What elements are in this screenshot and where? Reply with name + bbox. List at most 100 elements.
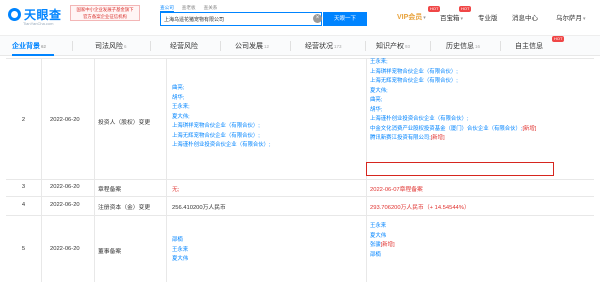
tab-count: 16 — [475, 44, 481, 49]
tab-label: 自主信息 — [515, 43, 543, 50]
row-index: 5 — [21, 246, 26, 252]
vip-membership-link[interactable]: VIP会员▾ — [397, 12, 426, 22]
change-item: 董事备案 — [98, 249, 122, 255]
tab-intellectual-property[interactable]: 知识产权93 — [376, 38, 410, 55]
hot-badge: HOT — [459, 6, 472, 12]
tab-label: 企业背景 — [12, 43, 40, 50]
change-date: 2022-06-20 — [50, 117, 80, 123]
investor-name: 中金文化消费产业股权投资基金（厦门）合伙企业（有限合伙）; — [370, 125, 523, 132]
tab-operating-status[interactable]: 经营状况173 — [305, 38, 342, 55]
change-date: 2022-06-20 — [50, 202, 80, 208]
director-name: 张骏 — [370, 242, 381, 248]
user-menu[interactable]: 乌尔萨月▾ — [556, 12, 586, 22]
baibao-label: 百宝箱 — [440, 15, 460, 22]
tab-enterprise-background[interactable]: 企业背景62 — [12, 38, 46, 55]
tab-divider — [150, 41, 151, 51]
hot-badge: HOT — [552, 36, 565, 42]
before-director-list: 邵楠 王永来 夏大伟 — [172, 236, 188, 265]
tab-judicial-risk[interactable]: 司法风险6 — [95, 38, 127, 55]
tab-operating-risk[interactable]: 经营风险 — [170, 38, 198, 55]
tab-divider — [365, 41, 366, 51]
logo-domain: TianYanCha.com — [23, 21, 54, 26]
search-type-tabs: 查公司 查老板 查关系 — [160, 5, 217, 12]
vip-label: VIP会员 — [397, 14, 423, 21]
after-investor-new[interactable]: 中金文化消费产业股权投资基金（厦门）合伙企业（有限合伙）;[新增] — [370, 125, 536, 135]
before-investor[interactable]: 胡华; — [172, 94, 271, 104]
tab-count: 93 — [405, 44, 411, 49]
tab-label: 经营风险 — [170, 43, 198, 50]
tab-label: 公司发展 — [235, 43, 263, 50]
tab-divider — [72, 41, 73, 51]
tab-count: 6 — [124, 44, 127, 49]
tab-company-development[interactable]: 公司发展12 — [235, 38, 269, 55]
official-banner: 国家中小企业发展子基金旗下 官方备案企业征信机构 — [70, 5, 140, 21]
tab-label: 经营状况 — [305, 43, 333, 50]
clear-search-icon[interactable]: × — [313, 14, 322, 23]
search-tab-boss[interactable]: 查老板 — [182, 5, 196, 12]
before-value: 无; — [172, 187, 180, 193]
new-tag: [新增] — [522, 125, 537, 132]
chevron-down-icon: ▾ — [583, 16, 586, 22]
before-change-list: 曲亮; 胡华; 王永来; 夏大伟; 上海琪祥宠物合伙企业（有限合伙）; 上海无辉… — [172, 84, 271, 151]
change-item: 投资人（股权）变更 — [98, 120, 151, 126]
user-name: 乌尔萨月 — [556, 15, 582, 22]
after-investor[interactable]: 上海无辉宠物合伙企业（有限合伙）; — [370, 77, 536, 87]
after-value: 2022-06-07章程备案 — [370, 187, 423, 193]
new-tag: [新增] — [430, 135, 445, 141]
tab-label: 历史信息 — [446, 43, 474, 50]
search-button[interactable]: 天眼一下 — [323, 12, 367, 26]
column-divider — [166, 58, 167, 282]
after-director-new[interactable]: 张骏[新增] — [370, 241, 395, 251]
after-director-list: 王永来 夏大伟 张骏[新增] 邵楠 — [370, 222, 395, 260]
after-director[interactable]: 邵楠 — [370, 251, 395, 261]
before-investor[interactable]: 上海谨朴创业投资合伙企业（有限合伙）; — [172, 141, 271, 151]
change-date: 2022-06-20 — [50, 246, 80, 252]
before-director[interactable]: 邵楠 — [172, 236, 188, 246]
after-value: 293.706200万人民币（+ 14.54544%） — [370, 205, 470, 211]
tab-count: 173 — [334, 44, 342, 49]
message-center-link[interactable]: 消息中心 — [512, 12, 538, 22]
after-investor-new[interactable]: 腾讯新赛江投资有限公司;[新增] — [370, 134, 536, 144]
column-divider — [94, 58, 95, 282]
after-investor[interactable]: 王永来; — [370, 58, 536, 68]
search-tab-company[interactable]: 查公司 — [160, 5, 174, 12]
after-investor[interactable]: 上海谨朴创业投资合伙企业（有限合伙）; — [370, 115, 536, 125]
tab-history[interactable]: 历史信息16 — [446, 38, 480, 55]
before-investor[interactable]: 上海无辉宠物合伙企业（有限合伙）; — [172, 132, 271, 142]
tab-self-info[interactable]: 自主信息 — [515, 38, 543, 55]
row-index: 4 — [21, 202, 26, 208]
tab-label: 司法风险 — [95, 43, 123, 50]
before-value: 256.410200万人民币 — [172, 205, 226, 211]
top-header: 天眼查 TianYanCha.com 国家中小企业发展子基金旗下 官方备案企业征… — [0, 0, 600, 36]
before-director[interactable]: 夏大伟 — [172, 255, 188, 265]
banner-line-1: 国家中小企业发展子基金旗下 — [76, 7, 134, 12]
after-investor[interactable]: 夏大伟; — [370, 87, 536, 97]
tab-label: 知识产权 — [376, 43, 404, 50]
tianyancha-logo[interactable]: 天眼查 TianYanCha.com — [8, 5, 66, 29]
highlight-annotation-box — [366, 162, 554, 176]
tab-divider — [220, 41, 221, 51]
after-director[interactable]: 王永来 — [370, 222, 395, 232]
baibao-link[interactable]: 百宝箱▾ — [440, 12, 463, 22]
tab-divider — [500, 41, 501, 51]
before-investor[interactable]: 王永来; — [172, 103, 271, 113]
after-investor[interactable]: 胡华; — [370, 106, 536, 116]
hot-badge: HOT — [428, 6, 441, 12]
pro-version-link[interactable]: 专业版 — [478, 12, 498, 22]
after-investor[interactable]: 上海琪祥宠物合伙企业（有限合伙）; — [370, 68, 536, 78]
after-director[interactable]: 夏大伟 — [370, 232, 395, 242]
chevron-down-icon: ▾ — [423, 15, 426, 21]
tab-divider — [430, 41, 431, 51]
eye-logo-icon — [8, 8, 21, 21]
new-tag: [新增] — [380, 242, 395, 248]
before-investor[interactable]: 夏大伟; — [172, 113, 271, 123]
chevron-down-icon: ▾ — [460, 16, 464, 22]
after-investor[interactable]: 曲亮; — [370, 96, 536, 106]
row-index: 2 — [21, 117, 26, 123]
search-input[interactable] — [164, 15, 314, 24]
search-tab-relation[interactable]: 查关系 — [204, 5, 218, 12]
before-director[interactable]: 王永来 — [172, 246, 188, 256]
search-box — [160, 12, 322, 26]
before-investor[interactable]: 上海琪祥宠物合伙企业（有限合伙）; — [172, 122, 271, 132]
before-investor[interactable]: 曲亮; — [172, 84, 271, 94]
